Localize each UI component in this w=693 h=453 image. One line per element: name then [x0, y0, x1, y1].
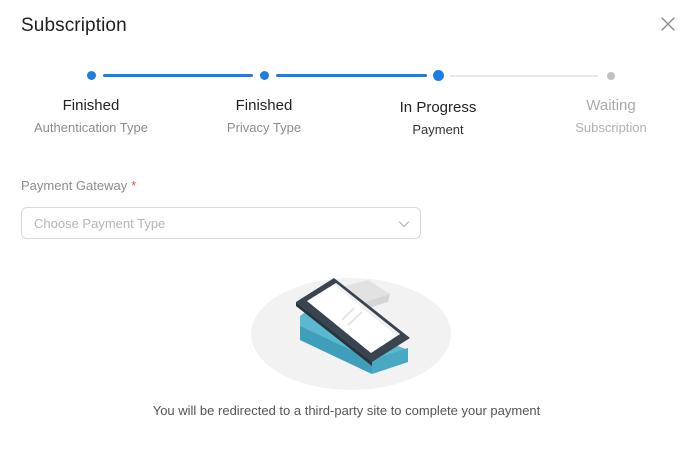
- step-dot-subscription: [607, 72, 615, 80]
- field-label-text: Payment Gateway: [21, 178, 128, 193]
- payment-gateway-label: Payment Gateway *: [21, 178, 136, 193]
- step-status: Finished: [235, 97, 293, 114]
- step-dot-payment: [433, 70, 444, 81]
- payment-terminal-icon: [250, 268, 454, 392]
- step-name: Payment: [412, 122, 464, 137]
- chevron-down-icon: [398, 217, 410, 235]
- step-subscription: Waiting Subscription: [531, 97, 691, 135]
- step-connector: [276, 74, 427, 77]
- step-status: In Progress: [399, 99, 477, 116]
- step-payment: In Progress Payment: [358, 99, 518, 137]
- step-privacy: Finished Privacy Type: [184, 97, 344, 135]
- step-authentication: Finished Authentication Type: [11, 97, 171, 135]
- required-mark: *: [131, 178, 137, 193]
- redirect-message: You will be redirected to a third-party …: [152, 403, 541, 418]
- step-connector: [450, 75, 598, 77]
- step-name: Subscription: [575, 120, 647, 135]
- step-connector: [103, 74, 253, 77]
- subscription-dialog: Subscription Finished Authentication Typ…: [0, 0, 693, 453]
- step-status: Waiting: [586, 97, 636, 114]
- step-dot-privacy: [260, 71, 269, 80]
- step-dot-authentication: [87, 71, 96, 80]
- step-name: Privacy Type: [226, 120, 302, 135]
- payment-gateway-select[interactable]: Choose Payment Type: [21, 207, 421, 239]
- select-placeholder: Choose Payment Type: [34, 216, 166, 231]
- step-name: Authentication Type: [34, 120, 148, 135]
- step-status: Finished: [62, 97, 120, 114]
- progress-stepper: Finished Authentication Type Finished Pr…: [0, 0, 693, 150]
